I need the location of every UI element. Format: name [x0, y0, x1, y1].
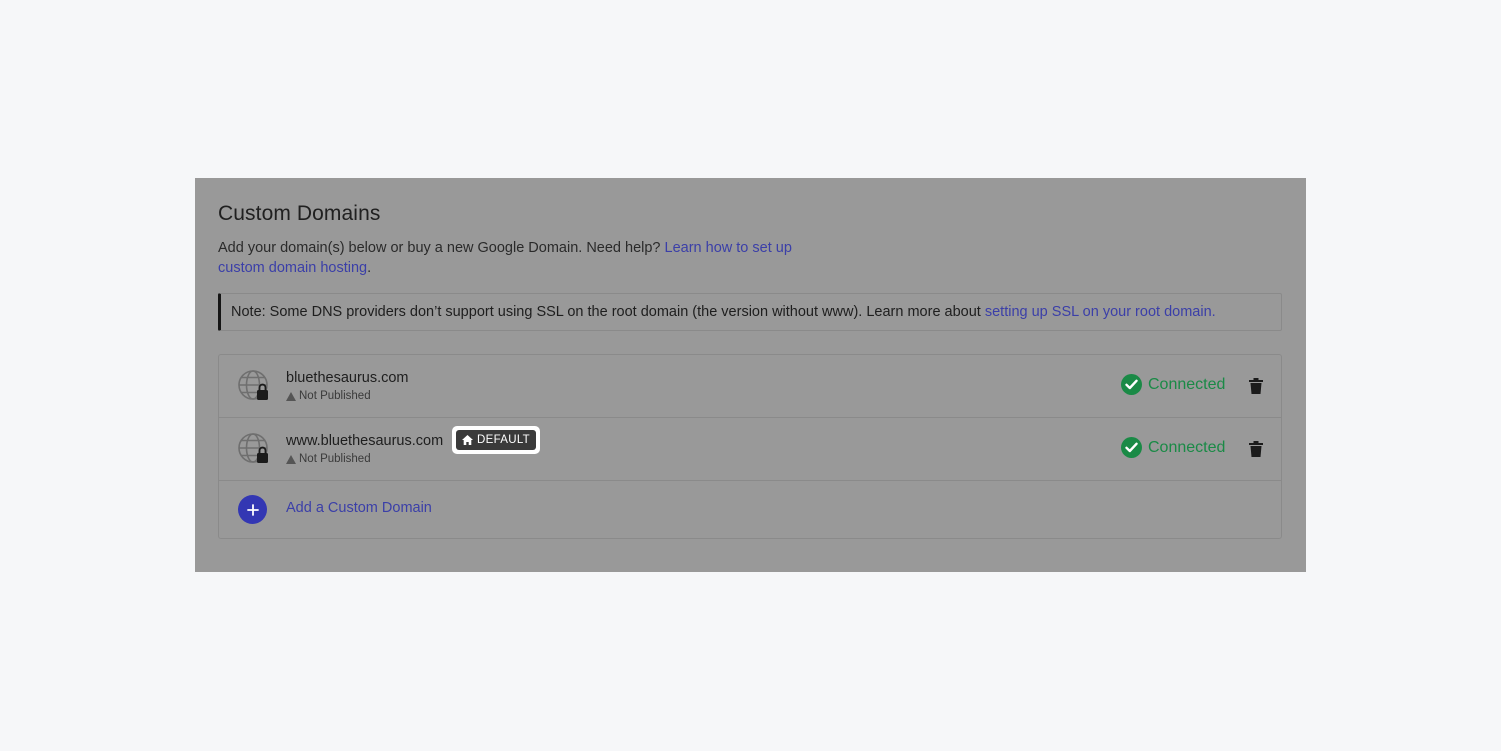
domain-row: www.bluethesaurus.com DEFAULT Not Publis… — [219, 418, 1281, 481]
globe-lock-icon — [238, 433, 268, 463]
note-text: Note: Some DNS providers don’t support u… — [231, 304, 981, 320]
description-text: Add your domain(s) below or buy a new Go… — [218, 240, 661, 256]
trash-icon[interactable] — [1249, 441, 1263, 457]
globe-lock-icon — [238, 370, 268, 400]
warning-icon — [286, 391, 296, 401]
ssl-root-domain-link[interactable]: setting up SSL on your root domain. — [985, 304, 1216, 320]
plus-icon[interactable] — [238, 495, 267, 524]
description-period: . — [367, 260, 372, 276]
publish-status: Not Published — [286, 453, 371, 465]
connection-status-label: Connected — [1148, 375, 1226, 393]
publish-status-label: Not Published — [299, 453, 371, 465]
section-title: Custom Domains — [218, 202, 381, 225]
domain-row: bluethesaurus.com Not Published Connecte… — [219, 355, 1281, 418]
section-description: Add your domain(s) below or buy a new Go… — [218, 238, 838, 278]
domain-list: bluethesaurus.com Not Published Connecte… — [218, 354, 1282, 539]
check-circle-icon — [1121, 437, 1142, 458]
publish-status: Not Published — [286, 390, 371, 402]
check-circle-icon — [1121, 374, 1142, 395]
ssl-note: Note: Some DNS providers don’t support u… — [218, 293, 1282, 331]
default-badge-label: DEFAULT — [477, 434, 531, 446]
custom-domains-panel: Custom Domains Add your domain(s) below … — [195, 178, 1306, 572]
add-custom-domain-label[interactable]: Add a Custom Domain — [286, 500, 432, 516]
default-badge-highlight: DEFAULT — [452, 426, 541, 454]
domain-name: www.bluethesaurus.com — [286, 433, 444, 449]
warning-icon — [286, 454, 296, 464]
add-custom-domain-button[interactable]: Add a Custom Domain — [219, 481, 1281, 538]
publish-status-label: Not Published — [299, 390, 371, 402]
home-icon — [462, 435, 473, 445]
connection-status: Connected — [1121, 437, 1225, 458]
default-badge: DEFAULT — [456, 430, 537, 450]
connection-status: Connected — [1121, 374, 1225, 395]
domain-name: bluethesaurus.com — [286, 370, 409, 386]
trash-icon[interactable] — [1249, 378, 1263, 394]
connection-status-label: Connected — [1148, 438, 1226, 456]
